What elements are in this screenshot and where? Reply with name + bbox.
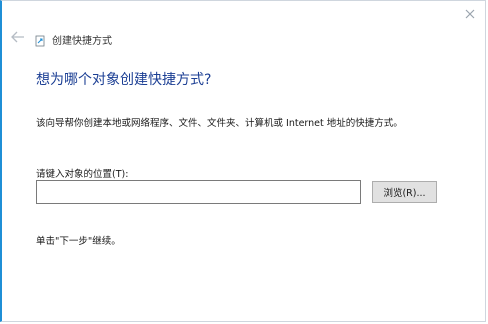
close-button[interactable] (461, 4, 479, 22)
create-shortcut-window: 创建快捷方式 想为哪个对象创建快捷方式? 该向导帮你创建本地或网络程序、文件、文… (0, 0, 486, 322)
back-button[interactable] (10, 29, 26, 45)
next-step-instruction: 单击"下一步"继续。 (36, 236, 121, 247)
wizard-title: 创建快捷方式 (52, 36, 112, 47)
location-label: 请键入对象的位置(T): (36, 169, 129, 180)
page-heading: 想为哪个对象创建快捷方式? (36, 72, 212, 88)
close-icon (465, 4, 475, 23)
wizard-description: 该向导帮你创建本地或网络程序、文件、文件夹、计算机或 Internet 地址的快… (36, 118, 403, 129)
shortcut-wizard-icon (35, 32, 45, 47)
back-arrow-icon (11, 28, 25, 47)
location-input[interactable] (36, 180, 361, 204)
browse-button[interactable]: 浏览(R)... (372, 181, 437, 203)
